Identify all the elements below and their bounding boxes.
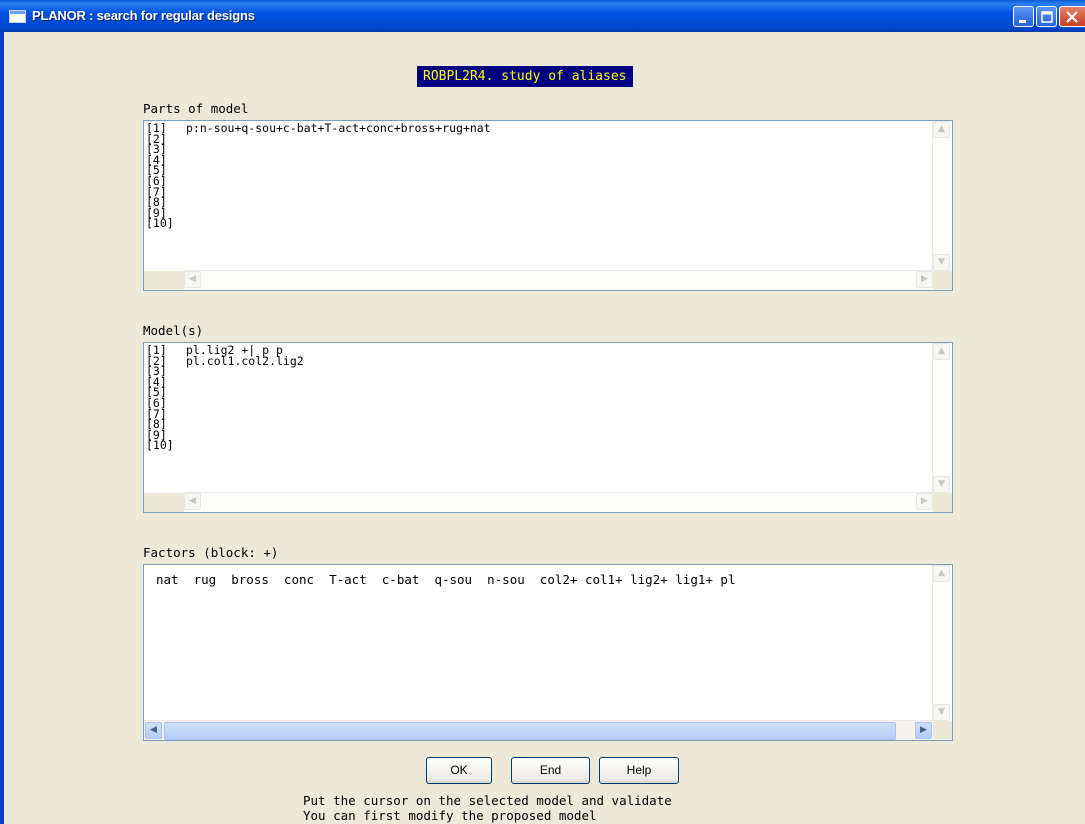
factors-line[interactable]: nat rug bross conc T-act c-bat q-sou n-s… (156, 572, 735, 587)
models-horizontal-scrollbar[interactable]: ◀ ▶ (184, 492, 933, 512)
close-button[interactable] (1059, 6, 1085, 27)
model-part-line (186, 165, 491, 176)
parts-vertical-scrollbar[interactable]: ▲ ▼ (932, 121, 952, 271)
factors-horizontal-scrollbar[interactable]: ◀ ▶ (144, 720, 933, 740)
scroll-left-icon[interactable]: ◀ (184, 493, 201, 510)
scroll-up-icon[interactable]: ▲ (933, 121, 950, 138)
model-line (186, 430, 304, 441)
parts-row-gutter: [1] [2] [3] [4] [5] [6] [7] [8] [9] [10] (144, 121, 184, 271)
model-part-line: p:n-sou+q-sou+c-bat+T-act+conc+bross+rug… (186, 121, 491, 135)
window-title: PLANOR : search for regular designs (32, 8, 255, 23)
model-line (186, 366, 304, 377)
help-button[interactable]: Help (599, 757, 679, 784)
factors-label: Factors (block: +) (143, 545, 279, 560)
scroll-down-icon[interactable]: ▼ (933, 476, 950, 493)
scroll-corner (933, 721, 952, 740)
parts-of-model-editor[interactable]: [1] [2] [3] [4] [5] [6] [7] [8] [9] [10] p:n-sou+… (143, 120, 953, 291)
model-line: pl.col1.col2.lig2 (186, 353, 304, 368)
models-row-labels: [1] [2] [3] [4] [5] [6] [7] [8] [9] [10] (146, 344, 174, 453)
model-part-line (186, 208, 491, 219)
minimize-button[interactable] (1013, 6, 1034, 27)
scroll-corner (933, 271, 952, 290)
gutter-corner (144, 493, 184, 512)
models-vertical-scrollbar[interactable]: ▲ ▼ (932, 343, 952, 493)
parts-text-lines[interactable]: p:n-sou+q-sou+c-bat+T-act+conc+bross+rug… (186, 121, 491, 229)
model-part-line (186, 155, 491, 166)
scroll-down-icon[interactable]: ▼ (933, 704, 950, 721)
window-border (0, 32, 4, 824)
scroll-down-icon[interactable]: ▼ (933, 254, 950, 271)
models-text-lines[interactable]: pl.lig2 +| p p pl.col1.col2.lig2 (186, 344, 304, 451)
model-part-line (186, 134, 491, 145)
model-line (186, 409, 304, 420)
model-line (186, 440, 304, 451)
scroll-corner (933, 493, 952, 512)
scroll-right-icon[interactable]: ▶ (916, 271, 933, 288)
maximize-icon (1041, 11, 1053, 23)
model-line (186, 398, 304, 409)
model-line (186, 419, 304, 430)
models-editor[interactable]: [1] [2] [3] [4] [5] [6] [7] [8] [9] [10] pl.lig2 … (143, 342, 953, 513)
scroll-right-icon[interactable]: ▶ (916, 493, 933, 510)
scroll-up-icon[interactable]: ▲ (933, 343, 950, 360)
models-label: Model(s) (143, 323, 204, 338)
model-part-line (186, 197, 491, 208)
model-line (186, 387, 304, 398)
scroll-left-icon[interactable]: ◀ (145, 722, 162, 739)
parts-row-labels: [1] [2] [3] [4] [5] [6] [7] [8] [9] [10] (146, 122, 174, 231)
row-number: [10] (146, 438, 174, 453)
instruction-line-2: You can first modify the proposed model (303, 808, 597, 823)
parts-of-model-label: Parts of model (143, 101, 249, 116)
model-part-line (186, 176, 491, 187)
close-icon (1066, 11, 1078, 23)
model-line (186, 377, 304, 388)
row-number: [10] (146, 216, 174, 231)
ok-button[interactable]: OK (426, 757, 492, 784)
gutter-corner (144, 271, 184, 290)
end-button[interactable]: End (511, 757, 590, 784)
instruction-line-1: Put the cursor on the selected model and… (303, 793, 672, 808)
scroll-up-icon[interactable]: ▲ (933, 565, 950, 582)
factors-vertical-scrollbar[interactable]: ▲ ▼ (932, 565, 952, 721)
model-part-line (186, 144, 491, 155)
scroll-right-icon[interactable]: ▶ (915, 722, 932, 739)
models-row-gutter: [1] [2] [3] [4] [5] [6] [7] [8] [9] [10] (144, 343, 184, 493)
model-part-line (186, 187, 491, 198)
model-part-line (186, 218, 491, 229)
maximize-button[interactable] (1036, 6, 1057, 27)
factors-list[interactable]: nat rug bross conc T-act c-bat q-sou n-s… (143, 564, 953, 741)
horizontal-scroll-thumb[interactable] (164, 722, 896, 740)
minimize-icon (1019, 20, 1026, 23)
page-banner: ROBPL2R4. study of aliases (417, 66, 633, 87)
window-titlebar[interactable]: PLANOR : search for regular designs (0, 0, 1085, 32)
parts-horizontal-scrollbar[interactable]: ◀ ▶ (184, 270, 933, 290)
scroll-left-icon[interactable]: ◀ (184, 271, 201, 288)
app-window-icon (9, 10, 26, 23)
